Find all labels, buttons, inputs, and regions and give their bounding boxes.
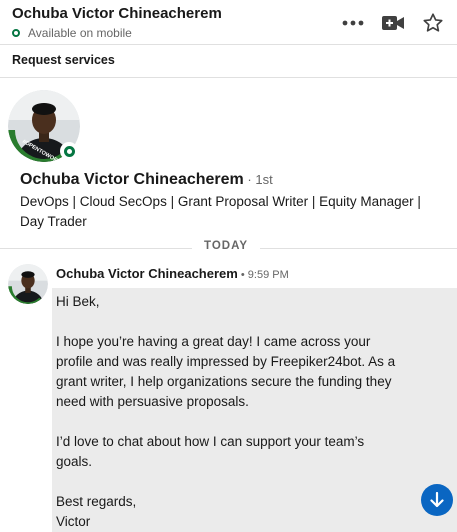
message-paragraph: I hope you’re having a great day! I came… [56, 334, 396, 409]
request-services-bar: Request services [0, 46, 457, 78]
online-dot-icon [63, 145, 75, 157]
profile-name[interactable]: Ochuba Victor Chineacherem · 1st [20, 171, 273, 189]
star-icon [423, 13, 443, 32]
avatar-photo-icon [8, 264, 48, 304]
message-body: Hi Bek, I hope you’re having a great day… [56, 292, 401, 532]
profile-headline: DevOps | Cloud SecOps | Grant Proposal W… [20, 194, 421, 229]
presence-status: Available on mobile [12, 26, 132, 40]
message-signature: Victor [56, 514, 91, 529]
connection-degree: · 1st [243, 172, 273, 187]
arrow-down-icon [430, 492, 444, 508]
message-signoff: Best regards, Victor [56, 492, 401, 532]
profile-name-text[interactable]: Ochuba Victor Chineacherem [20, 171, 244, 188]
presence-status-text: Available on mobile [28, 26, 132, 40]
presence-dot-icon [12, 29, 20, 37]
message-timestamp: • 9:59 PM [237, 269, 289, 281]
video-call-button[interactable] [379, 10, 407, 36]
header-actions [327, 10, 447, 36]
conversation-header: Ochuba Victor Chineacherem Available on … [0, 0, 457, 45]
sender-name[interactable]: Ochuba Victor Chineacherem [56, 266, 238, 281]
star-button[interactable] [419, 10, 447, 36]
date-divider: TODAY [0, 240, 457, 256]
message-sender: Ochuba Victor Chineacherem • 9:59 PM [56, 266, 289, 281]
conversation-title[interactable]: Ochuba Victor Chineacherem [12, 5, 222, 22]
message-paragraph: Hi Bek, [56, 294, 100, 309]
more-icon [342, 20, 364, 26]
message-paragraph: I’d love to chat about how I can support… [56, 434, 365, 469]
profile-card: #OPENTOWORK Ochuba Victor Chineacherem ·… [0, 78, 457, 248]
scroll-to-bottom-button[interactable] [421, 484, 453, 516]
message-signoff-text: Best regards, [56, 494, 137, 509]
online-status-badge [60, 142, 78, 160]
more-options-button[interactable] [339, 10, 367, 36]
date-divider-label: TODAY [192, 240, 260, 252]
sender-avatar[interactable] [8, 264, 48, 304]
request-services-link[interactable]: Request services [12, 53, 115, 67]
message-item: Ochuba Victor Chineacherem • 9:59 PM Hi … [0, 258, 457, 532]
video-icon [382, 16, 404, 30]
